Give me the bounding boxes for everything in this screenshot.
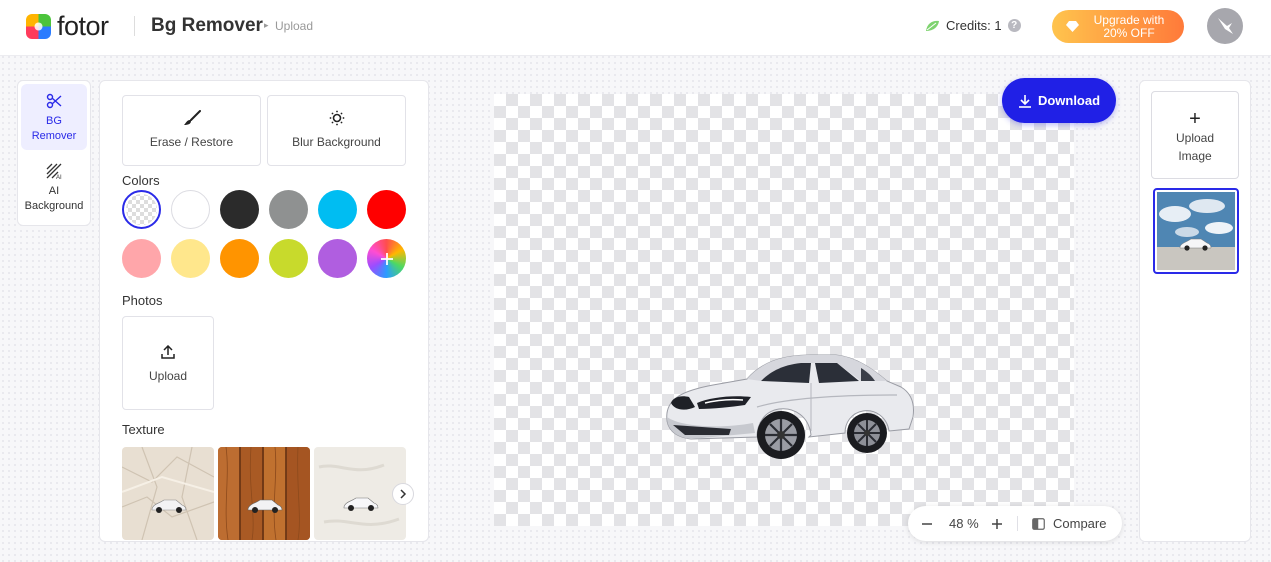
options-panel: Erase / Restore Blur Background Colors P… [99,80,429,542]
download-icon [1018,94,1031,108]
blur-background-button[interactable]: Blur Background [267,95,406,166]
compare-icon [1032,517,1045,530]
blur-icon [329,110,344,126]
zoom-divider [1017,516,1018,531]
compare-button[interactable]: Compare [1032,506,1106,541]
color-swatch-cyan[interactable] [318,190,357,229]
rail-item-bg-remover[interactable]: BG Remover [21,84,87,150]
svg-text:AI: AI [56,175,62,179]
upload-image-line1: Upload [1175,131,1215,145]
car-cutout-image[interactable] [661,351,917,461]
color-swatch-gray[interactable] [269,190,308,229]
download-button[interactable]: Download [1002,78,1116,123]
chevron-right-icon [400,489,407,499]
color-swatch-white[interactable] [171,190,210,229]
header-divider [134,16,135,36]
help-icon[interactable]: ? [1007,19,1021,32]
user-avatar[interactable] [1207,8,1243,44]
plus-icon [380,252,393,265]
brush-icon [183,110,201,125]
rail-label-line1: BG [46,115,62,127]
color-swatch-black[interactable] [220,190,259,229]
color-swatch-pink[interactable] [122,239,161,278]
colors-heading: Colors [122,173,160,188]
tool-rail: BG Remover AI AI Background [17,80,91,226]
diamond-icon [1066,21,1079,32]
breadcrumb-upload[interactable]: Upload [275,19,313,33]
credits-label: Credits: 1 [946,18,1002,33]
color-swatch-light-yellow[interactable] [171,239,210,278]
breadcrumb-arrow-icon: ▸ [264,20,269,30]
minus-icon [922,522,932,525]
plus-icon [992,518,1002,529]
texture-heading: Texture [122,422,165,437]
thumbnail-preview [1157,192,1235,270]
color-swatch-purple[interactable] [318,239,357,278]
rail-label-line1: AI [48,185,60,197]
blur-background-label: Blur Background [292,135,381,149]
texture-preview [218,447,310,540]
image-thumbnail[interactable] [1153,188,1239,274]
download-label: Download [1037,93,1101,108]
texture-wood[interactable] [218,447,310,540]
rail-label-line2: Remover [31,130,77,142]
color-swatch-custom[interactable] [367,239,406,278]
ai-background-icon: AI [46,163,62,179]
editor-canvas[interactable] [494,94,1074,526]
upload-icon [161,345,175,359]
image-list-panel: + Upload Image [1139,80,1251,542]
leaf-icon [926,20,939,31]
texture-crumpled-paper[interactable] [122,447,214,540]
credits-indicator: Credits: 1 ? [925,18,1021,33]
rail-label-line2: Background [24,200,84,212]
texture-next-button[interactable] [392,483,414,505]
color-swatch-lime[interactable] [269,239,308,278]
photos-heading: Photos [122,293,163,308]
zoom-toolbar: 48 % Compare [908,506,1122,541]
color-swatch-orange[interactable] [220,239,259,278]
erase-restore-label: Erase / Restore [149,135,234,149]
texture-preview [122,447,214,540]
zoom-in-button[interactable] [991,506,1003,541]
logo-text: fotor [57,11,109,41]
upgrade-line2: 20% OFF [1103,25,1155,40]
rail-item-ai-background[interactable]: AI AI Background [21,154,87,220]
page-title: Bg Remover [151,15,263,36]
zoom-value: 48 % [949,516,979,531]
photo-upload-button[interactable]: Upload [122,316,214,410]
upload-image-button[interactable]: + Upload Image [1151,91,1239,179]
compare-label: Compare [1053,516,1107,531]
upgrade-text: Upgrade with 20% OFF [1087,12,1171,40]
zoom-out-button[interactable] [921,506,933,541]
plus-icon: + [1189,108,1201,130]
fotor-logo[interactable]: fotor [26,13,109,40]
erase-restore-button[interactable]: Erase / Restore [122,95,261,166]
photo-upload-label: Upload [148,369,188,383]
color-swatch-transparent[interactable] [122,190,161,229]
top-header: fotor Bg Remover ▸ Upload Credits: 1 ? U… [0,0,1271,56]
upload-image-line2: Image [1178,149,1212,163]
color-swatch-red[interactable] [367,190,406,229]
upgrade-line1: Upgrade with [1093,12,1165,27]
bird-avatar-icon [1218,18,1233,34]
fotor-logo-icon [26,14,51,39]
scissors-icon [46,93,62,109]
upgrade-button[interactable]: Upgrade with 20% OFF [1052,10,1184,43]
